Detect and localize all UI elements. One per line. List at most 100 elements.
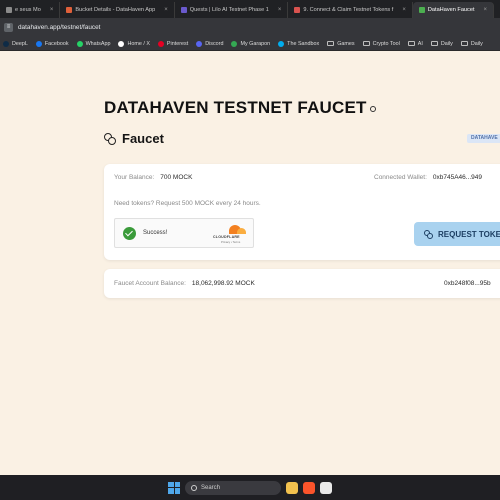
balance-value: 700 MOCK bbox=[160, 174, 193, 181]
garapon-icon bbox=[231, 40, 238, 47]
bookmark-label: Daily bbox=[470, 40, 483, 47]
file-explorer-icon[interactable] bbox=[286, 481, 298, 494]
faucet-page: DATAHAVEN TESTNET FAUCET Faucet DATAHAVE… bbox=[0, 51, 500, 475]
bookmark-label: Daily bbox=[440, 40, 453, 47]
title-status-dot-icon bbox=[369, 105, 376, 112]
tab-favicon-icon bbox=[6, 7, 12, 13]
bookmarks-bar: DeepL Facebook WhatsApp Home / X Pinterest Di… bbox=[0, 37, 500, 51]
bookmark-item[interactable]: Facebook bbox=[35, 40, 69, 47]
faucet-balance-label: Faucet Account Balance: bbox=[114, 280, 186, 287]
brave-browser-icon[interactable] bbox=[303, 481, 315, 494]
bookmark-label: WhatsApp bbox=[85, 40, 111, 47]
windows-taskbar: Search bbox=[0, 475, 500, 500]
browser-tab[interactable]: Quests | Lilo AI Testnet Phase 1 × bbox=[175, 2, 289, 18]
whatsapp-icon bbox=[76, 40, 83, 47]
close-tab-icon[interactable]: × bbox=[50, 7, 54, 13]
facebook-icon bbox=[35, 40, 42, 47]
bookmark-label: DeepL bbox=[12, 40, 28, 47]
coins-icon bbox=[104, 132, 116, 145]
balance-label: Your Balance: bbox=[114, 174, 155, 181]
bookmark-item[interactable]: The Sandbox bbox=[278, 40, 320, 47]
tab-favicon-icon bbox=[66, 7, 73, 13]
x-icon bbox=[118, 40, 125, 47]
bookmark-item[interactable]: DeepL bbox=[3, 40, 28, 47]
deepl-icon bbox=[3, 40, 9, 47]
page-title: DATAHAVEN TESTNET FAUCET bbox=[104, 98, 376, 118]
site-info-icon[interactable]: ≡ bbox=[4, 23, 13, 32]
bookmark-label: Discord bbox=[205, 40, 224, 47]
close-tab-icon[interactable]: × bbox=[484, 7, 488, 13]
browser-tab[interactable]: DataHaven Faucet × bbox=[412, 2, 495, 18]
bookmark-label: My Garapon bbox=[240, 40, 271, 47]
faucet-account-card: Faucet Account Balance: 18,062,998.92 MO… bbox=[104, 269, 500, 298]
tab-favicon-icon bbox=[294, 7, 301, 13]
bookmark-item[interactable]: Daily bbox=[460, 40, 483, 47]
chrome-browser-icon[interactable] bbox=[320, 481, 332, 494]
browser-tab[interactable]: 9. Connect & Claim Testnet Tokens f × bbox=[288, 2, 413, 18]
bookmark-item[interactable]: WhatsApp bbox=[76, 40, 111, 47]
tab-bar: e seus Mo × Bucket Details - DataHaven App… bbox=[0, 0, 500, 18]
network-badge: DATAHAVE bbox=[467, 134, 500, 143]
bookmark-label: AI bbox=[417, 40, 423, 47]
tab-title: e seus Mo bbox=[15, 7, 41, 13]
bookmark-item[interactable]: Crypto Tool bbox=[362, 40, 400, 47]
discord-icon bbox=[196, 40, 203, 47]
close-tab-icon[interactable]: × bbox=[402, 7, 406, 13]
tab-favicon-icon bbox=[418, 7, 425, 13]
wallet-label: Connected Wallet: bbox=[374, 174, 427, 181]
bookmark-label: Home / X bbox=[127, 40, 150, 47]
tab-title: Bucket Details - DataHaven App bbox=[75, 7, 156, 13]
request-tokens-label: REQUEST TOKE bbox=[438, 229, 500, 239]
folder-icon bbox=[460, 41, 468, 46]
taskbar-search[interactable]: Search bbox=[185, 480, 281, 495]
request-tokens-button[interactable]: REQUEST TOKE bbox=[414, 222, 500, 246]
taskbar-search-placeholder: Search bbox=[201, 484, 221, 491]
faucet-section-header: Faucet bbox=[104, 131, 164, 146]
bookmark-item[interactable]: Daily bbox=[430, 40, 453, 47]
cloudflare-cloud-icon bbox=[223, 225, 247, 234]
cloudflare-logo: CLOUDFLARE Privacy • Terms bbox=[213, 225, 249, 245]
search-icon bbox=[191, 484, 197, 491]
captcha-links[interactable]: Privacy • Terms bbox=[221, 240, 240, 244]
folder-icon bbox=[362, 41, 370, 46]
bookmark-item[interactable]: Pinterest bbox=[157, 40, 188, 47]
windows-start-icon[interactable] bbox=[168, 481, 180, 494]
folder-icon bbox=[407, 41, 415, 46]
close-tab-icon[interactable]: × bbox=[164, 7, 168, 13]
close-tab-icon[interactable]: × bbox=[278, 7, 282, 13]
coins-icon bbox=[424, 229, 433, 239]
tab-favicon-icon bbox=[180, 7, 187, 13]
browser-tab[interactable]: e seus Mo × bbox=[0, 2, 61, 18]
bookmark-label: Crypto Tool bbox=[372, 40, 400, 47]
sandbox-icon bbox=[278, 40, 285, 47]
bookmark-label: Games bbox=[337, 40, 355, 47]
section-title: Faucet bbox=[122, 131, 164, 146]
faucet-card: Your Balance: 700 MOCK Connected Wallet:… bbox=[104, 164, 500, 260]
page-title-text: DATAHAVEN TESTNET FAUCET bbox=[104, 98, 367, 117]
bookmark-label: The Sandbox bbox=[287, 40, 320, 47]
wallet-address: 0xb745A46...949 bbox=[432, 174, 483, 181]
bookmark-label: Facebook bbox=[44, 40, 69, 47]
tab-title: DataHaven Faucet bbox=[427, 7, 475, 13]
faucet-balance-value: 18,062,998.92 MOCK bbox=[191, 280, 255, 287]
request-info-text: Need tokens? Request 500 MOCK every 24 h… bbox=[114, 200, 261, 207]
folder-icon bbox=[327, 41, 335, 46]
address-bar[interactable]: ≡ datahaven.app/testnet/faucet bbox=[0, 18, 500, 37]
bookmark-item[interactable]: AI bbox=[407, 40, 423, 47]
bookmark-item[interactable]: Games bbox=[327, 40, 355, 47]
bookmark-item[interactable]: Home / X bbox=[118, 40, 150, 47]
faucet-account-address: 0xb248f08...95b bbox=[444, 280, 491, 287]
balance-row: Your Balance: 700 MOCK bbox=[114, 174, 192, 181]
bookmark-item[interactable]: My Garapon bbox=[231, 40, 271, 47]
pinterest-icon bbox=[157, 40, 164, 47]
tab-title: Quests | Lilo AI Testnet Phase 1 bbox=[189, 7, 269, 13]
wallet-row: Connected Wallet: 0xb745A46...949 bbox=[374, 174, 482, 181]
browser-tab[interactable]: Bucket Details - DataHaven App × bbox=[60, 2, 175, 18]
faucet-balance-row: Faucet Account Balance: 18,062,998.92 MO… bbox=[114, 280, 255, 287]
cloudflare-wordmark: CLOUDFLARE bbox=[213, 235, 240, 239]
url-text[interactable]: datahaven.app/testnet/faucet bbox=[18, 24, 500, 31]
bookmark-item[interactable]: Discord bbox=[196, 40, 224, 47]
success-check-icon bbox=[123, 227, 136, 240]
cloudflare-captcha-widget[interactable]: Success! CLOUDFLARE Privacy • Terms bbox=[114, 218, 254, 248]
folder-icon bbox=[430, 41, 438, 46]
